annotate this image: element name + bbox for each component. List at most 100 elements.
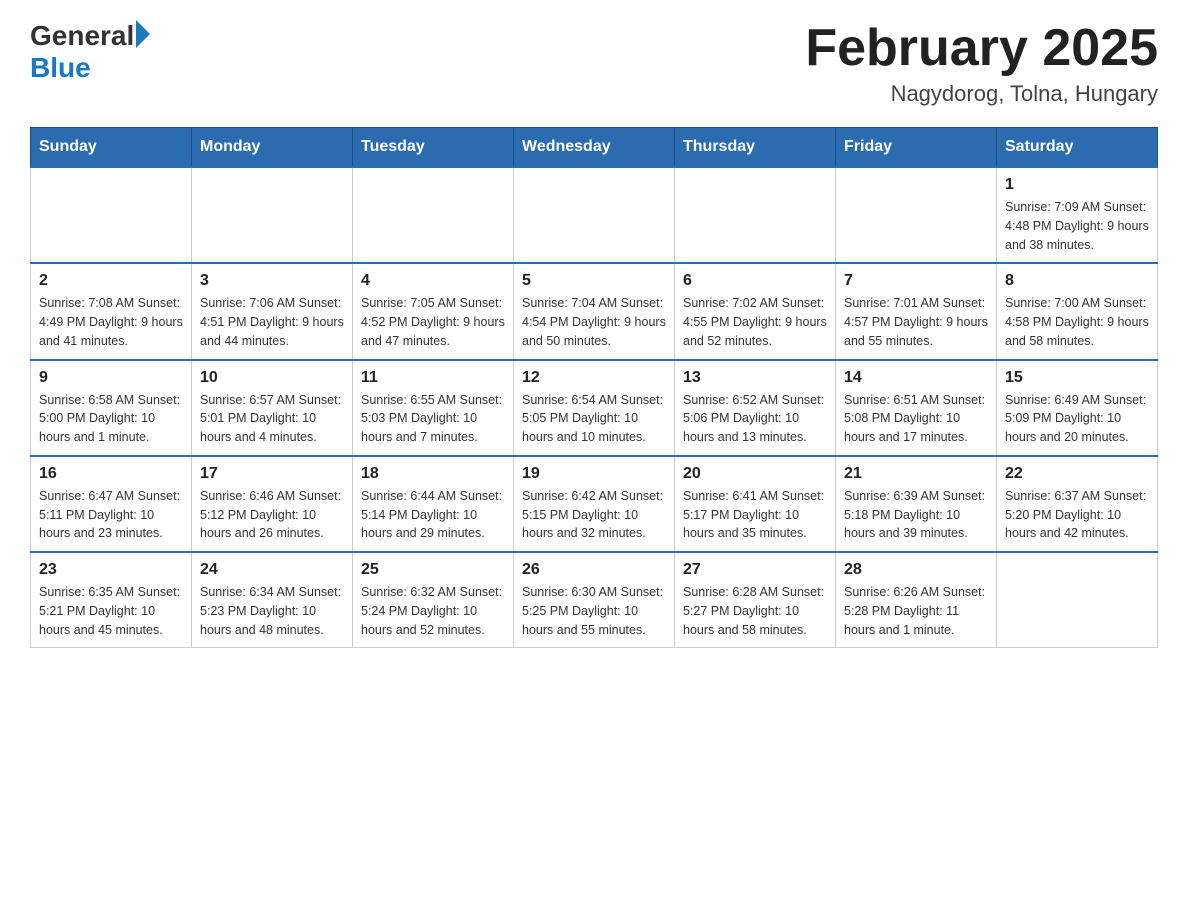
table-row: 25Sunrise: 6:32 AM Sunset: 5:24 PM Dayli… [353, 552, 514, 648]
day-info: Sunrise: 6:30 AM Sunset: 5:25 PM Dayligh… [522, 583, 666, 639]
day-info: Sunrise: 6:54 AM Sunset: 5:05 PM Dayligh… [522, 391, 666, 447]
calendar-week-row: 2 Sunrise: 7:08 AM Sunset: 4:49 PM Daylig… [31, 263, 1158, 359]
day-info: Sunrise: 6:49 AM Sunset: 5:09 PM Dayligh… [1005, 391, 1149, 447]
day-info: Sunrise: 7:04 AM Sunset: 4:54 PM Dayligh… [522, 294, 666, 350]
day-info: Sunrise: 6:52 AM Sunset: 5:06 PM Dayligh… [683, 391, 827, 447]
day-number: 2 [39, 272, 183, 290]
title-section: February 2025 Nagydorog, Tolna, Hungary [805, 20, 1158, 107]
table-row: 27 Sunrise: 6:28 AM Sunset: 5:27 PM Dayli… [675, 552, 836, 648]
day-info: Sunrise: 6:41 AM Sunset: 5:17 PM Dayligh… [683, 487, 827, 543]
calendar-header-row: Sunday Monday Tuesday Wednesday Thursday… [31, 128, 1158, 168]
day-number: 22 [1005, 465, 1149, 483]
day-number: 11 [361, 369, 505, 387]
table-row: 14Sunrise: 6:51 AM Sunset: 5:08 PM Dayli… [836, 360, 997, 456]
day-number: 23 [39, 561, 183, 579]
page-title: February 2025 [805, 20, 1158, 77]
day-number: 15 [1005, 369, 1149, 387]
table-row: 22Sunrise: 6:37 AM Sunset: 5:20 PM Dayli… [997, 456, 1158, 552]
day-number: 21 [844, 465, 988, 483]
day-info: Sunrise: 6:57 AM Sunset: 5:01 PM Dayligh… [200, 391, 344, 447]
table-row [192, 167, 353, 263]
table-row [997, 552, 1158, 648]
day-number: 9 [39, 369, 183, 387]
day-info: Sunrise: 6:55 AM Sunset: 5:03 PM Dayligh… [361, 391, 505, 447]
page-header: General Blue February 2025 Nagydorog, To… [30, 20, 1158, 107]
table-row: 5 Sunrise: 7:04 AM Sunset: 4:54 PM Daylig… [514, 263, 675, 359]
day-number: 17 [200, 465, 344, 483]
table-row: 8 Sunrise: 7:00 AM Sunset: 4:58 PM Daylig… [997, 263, 1158, 359]
col-saturday: Saturday [997, 128, 1158, 168]
table-row: 16 Sunrise: 6:47 AM Sunset: 5:11 PM Dayli… [31, 456, 192, 552]
table-row: 26 Sunrise: 6:30 AM Sunset: 5:25 PM Dayli… [514, 552, 675, 648]
col-wednesday: Wednesday [514, 128, 675, 168]
day-info: Sunrise: 7:08 AM Sunset: 4:49 PM Dayligh… [39, 294, 183, 350]
day-number: 8 [1005, 272, 1149, 290]
day-info: Sunrise: 6:47 AM Sunset: 5:11 PM Dayligh… [39, 487, 183, 543]
day-number: 1 [1005, 176, 1149, 194]
day-info: Sunrise: 6:42 AM Sunset: 5:15 PM Dayligh… [522, 487, 666, 543]
table-row: 21 Sunrise: 6:39 AM Sunset: 5:18 PM Dayli… [836, 456, 997, 552]
day-number: 16 [39, 465, 183, 483]
table-row: 4 Sunrise: 7:05 AM Sunset: 4:52 PM Daylig… [353, 263, 514, 359]
logo-blue-text: Blue [30, 52, 91, 84]
day-number: 7 [844, 272, 988, 290]
table-row: 11 Sunrise: 6:55 AM Sunset: 5:03 PM Dayli… [353, 360, 514, 456]
table-row [675, 167, 836, 263]
day-number: 19 [522, 465, 666, 483]
day-number: 3 [200, 272, 344, 290]
day-number: 20 [683, 465, 827, 483]
calendar-week-row: 23Sunrise: 6:35 AM Sunset: 5:21 PM Dayli… [31, 552, 1158, 648]
table-row: 7 Sunrise: 7:01 AM Sunset: 4:57 PM Daylig… [836, 263, 997, 359]
day-number: 24 [200, 561, 344, 579]
day-number: 5 [522, 272, 666, 290]
day-info: Sunrise: 6:46 AM Sunset: 5:12 PM Dayligh… [200, 487, 344, 543]
day-info: Sunrise: 6:28 AM Sunset: 5:27 PM Dayligh… [683, 583, 827, 639]
page-subtitle: Nagydorog, Tolna, Hungary [805, 81, 1158, 107]
table-row: 13 Sunrise: 6:52 AM Sunset: 5:06 PM Dayli… [675, 360, 836, 456]
col-thursday: Thursday [675, 128, 836, 168]
calendar-week-row: 1 Sunrise: 7:09 AM Sunset: 4:48 PM Daylig… [31, 167, 1158, 263]
table-row: 3 Sunrise: 7:06 AM Sunset: 4:51 PM Daylig… [192, 263, 353, 359]
day-number: 10 [200, 369, 344, 387]
day-info: Sunrise: 7:06 AM Sunset: 4:51 PM Dayligh… [200, 294, 344, 350]
table-row: 6 Sunrise: 7:02 AM Sunset: 4:55 PM Daylig… [675, 263, 836, 359]
day-number: 12 [522, 369, 666, 387]
table-row [514, 167, 675, 263]
table-row: 2 Sunrise: 7:08 AM Sunset: 4:49 PM Daylig… [31, 263, 192, 359]
day-info: Sunrise: 6:32 AM Sunset: 5:24 PM Dayligh… [361, 583, 505, 639]
day-number: 6 [683, 272, 827, 290]
day-info: Sunrise: 7:00 AM Sunset: 4:58 PM Dayligh… [1005, 294, 1149, 350]
day-number: 26 [522, 561, 666, 579]
day-number: 28 [844, 561, 988, 579]
table-row: 18 Sunrise: 6:44 AM Sunset: 5:14 PM Dayli… [353, 456, 514, 552]
table-row [353, 167, 514, 263]
day-info: Sunrise: 6:44 AM Sunset: 5:14 PM Dayligh… [361, 487, 505, 543]
col-tuesday: Tuesday [353, 128, 514, 168]
table-row: 20 Sunrise: 6:41 AM Sunset: 5:17 PM Dayli… [675, 456, 836, 552]
day-info: Sunrise: 6:39 AM Sunset: 5:18 PM Dayligh… [844, 487, 988, 543]
calendar-table: Sunday Monday Tuesday Wednesday Thursday… [30, 127, 1158, 648]
day-info: Sunrise: 7:02 AM Sunset: 4:55 PM Dayligh… [683, 294, 827, 350]
day-info: Sunrise: 7:05 AM Sunset: 4:52 PM Dayligh… [361, 294, 505, 350]
table-row: 17 Sunrise: 6:46 AM Sunset: 5:12 PM Dayli… [192, 456, 353, 552]
day-info: Sunrise: 6:34 AM Sunset: 5:23 PM Dayligh… [200, 583, 344, 639]
col-monday: Monday [192, 128, 353, 168]
logo-general-text: General [30, 20, 134, 52]
logo-arrow-icon [136, 20, 150, 48]
table-row: 12 Sunrise: 6:54 AM Sunset: 5:05 PM Dayli… [514, 360, 675, 456]
day-info: Sunrise: 7:09 AM Sunset: 4:48 PM Dayligh… [1005, 198, 1149, 254]
table-row: 9Sunrise: 6:58 AM Sunset: 5:00 PM Daylig… [31, 360, 192, 456]
day-info: Sunrise: 7:01 AM Sunset: 4:57 PM Dayligh… [844, 294, 988, 350]
calendar-body: 1 Sunrise: 7:09 AM Sunset: 4:48 PM Daylig… [31, 167, 1158, 648]
day-number: 27 [683, 561, 827, 579]
day-number: 13 [683, 369, 827, 387]
table-row: 19 Sunrise: 6:42 AM Sunset: 5:15 PM Dayli… [514, 456, 675, 552]
day-number: 18 [361, 465, 505, 483]
day-number: 4 [361, 272, 505, 290]
calendar-week-row: 16 Sunrise: 6:47 AM Sunset: 5:11 PM Dayli… [31, 456, 1158, 552]
col-sunday: Sunday [31, 128, 192, 168]
logo: General Blue [30, 20, 150, 84]
table-row: 10 Sunrise: 6:57 AM Sunset: 5:01 PM Dayli… [192, 360, 353, 456]
day-info: Sunrise: 6:26 AM Sunset: 5:28 PM Dayligh… [844, 583, 988, 639]
day-number: 14 [844, 369, 988, 387]
